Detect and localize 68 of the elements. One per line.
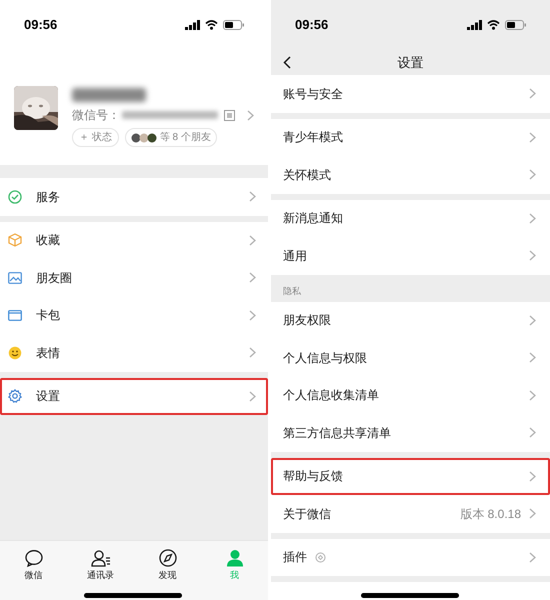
chevron-icon: [249, 310, 256, 321]
chevron-icon: [247, 110, 254, 120]
check-circle-icon: [8, 190, 22, 204]
settings-item[interactable]: 第三方信息共享清单: [271, 414, 550, 452]
chevron-icon: [529, 508, 536, 520]
menu-item[interactable]: 朋友圈: [0, 259, 268, 296]
wifi-icon: [205, 20, 218, 30]
settings-item[interactable]: 个人信息收集清单: [271, 376, 550, 414]
back-icon[interactable]: [283, 56, 291, 69]
chevron-icon: [529, 250, 536, 262]
chevron-icon: [529, 132, 536, 143]
status-button[interactable]: ＋ 状态: [72, 128, 119, 147]
chevron-icon: [249, 191, 256, 202]
chevron-icon: [529, 352, 536, 364]
settings-item[interactable]: 通用: [271, 237, 550, 274]
menu-item[interactable]: 收藏: [0, 222, 268, 259]
menu-item[interactable]: 设置: [0, 378, 268, 415]
chevron-icon: [529, 552, 536, 563]
settings-item[interactable]: 关于微信 版本 8.0.18: [271, 495, 550, 532]
menu-item[interactable]: 服务: [0, 178, 268, 216]
qr-code-icon[interactable]: [224, 110, 235, 120]
settings-item[interactable]: 朋友权限: [271, 302, 550, 339]
menu-item[interactable]: 表情: [0, 334, 268, 372]
settings-item[interactable]: 个人信息与权限: [271, 339, 550, 376]
chevron-icon: [529, 470, 536, 482]
settings-item[interactable]: 关怀模式: [271, 156, 550, 194]
status-time: 09:56: [24, 16, 58, 34]
settings-item[interactable]: 账号与安全: [271, 75, 550, 112]
person-icon: [224, 549, 244, 567]
image-icon: [8, 270, 22, 285]
chevron-icon: [249, 347, 256, 358]
contacts-icon: [90, 549, 110, 567]
compass-icon: [158, 549, 178, 567]
friends-status-button[interactable]: 等 8 个朋友: [124, 128, 217, 147]
chevron-icon: [529, 212, 536, 224]
friend-avatars-icon: [130, 132, 157, 142]
section-header: 隐私: [282, 284, 302, 298]
settings-item[interactable]: 青少年模式: [271, 118, 550, 156]
chevron-icon: [249, 272, 256, 284]
wallet-icon: [8, 308, 22, 322]
signal-icon: [185, 20, 200, 30]
cube-icon: [8, 233, 22, 248]
settings-item[interactable]: 帮助与反馈: [271, 458, 550, 495]
page-title: 设置: [398, 54, 424, 72]
version-text: 版本 8.0.18: [460, 506, 521, 523]
tab[interactable]: 微信: [0, 549, 67, 600]
wechat-id-label: 微信号：: [72, 107, 120, 124]
chevron-icon: [249, 234, 256, 246]
battery-icon: [223, 20, 244, 30]
chevron-icon: [529, 314, 536, 326]
plugin-icon: [315, 552, 326, 563]
chevron-icon: [529, 88, 536, 100]
battery-icon: [505, 20, 526, 30]
settings-item[interactable]: 插件: [271, 538, 550, 576]
chat-bubble-icon: [24, 549, 44, 567]
chevron-icon: [529, 427, 536, 438]
chevron-icon: [249, 390, 256, 402]
status-time: 09:56: [295, 16, 328, 34]
chevron-icon: [529, 390, 536, 401]
settings-item[interactable]: 新消息通知: [271, 200, 550, 237]
signal-icon: [467, 20, 482, 30]
wifi-icon: [487, 20, 500, 30]
menu-item[interactable]: 卡包: [0, 296, 268, 334]
tab[interactable]: 发现: [134, 549, 201, 600]
smiley-icon: [8, 346, 22, 360]
chevron-icon: [529, 169, 536, 180]
gear-icon: [8, 389, 22, 404]
tab[interactable]: 通讯录: [67, 549, 134, 600]
